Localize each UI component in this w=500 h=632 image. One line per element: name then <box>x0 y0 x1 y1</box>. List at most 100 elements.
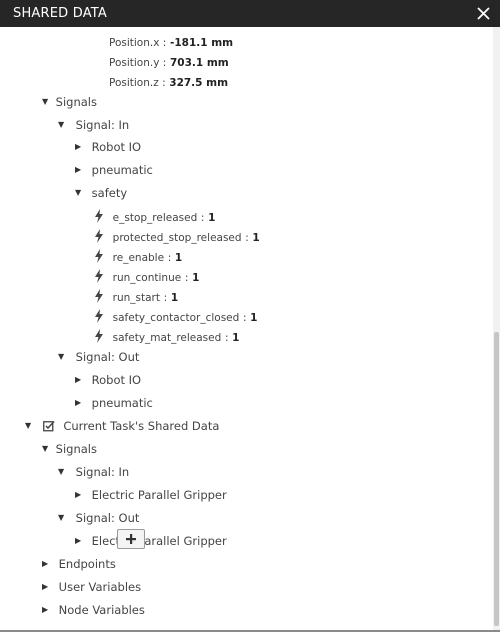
position-x-row: Position.x : -181.1 mm <box>109 32 233 52</box>
caret-right-icon[interactable]: ▶ <box>75 137 85 157</box>
signal-value: 1 <box>208 212 216 224</box>
position-z-row: Position.z : 327.5 mm <box>109 72 228 92</box>
position-z-label: Position.z : <box>109 77 166 89</box>
task-signal-out-label: Signal: Out <box>75 511 140 525</box>
signal-separator: : <box>163 292 168 304</box>
caret-right-icon[interactable]: ▶ <box>42 577 52 597</box>
signal-separator: : <box>242 312 247 324</box>
pneumatic-label: pneumatic <box>91 163 153 177</box>
tree-node-task-signal-in[interactable]: ▼ Signal: In <box>58 462 129 482</box>
tree-node-gripper-out[interactable]: ▶ Electric Parallel Gripper <box>75 531 227 551</box>
caret-right-icon[interactable]: ▶ <box>75 160 85 180</box>
signal-name: safety_mat_released <box>112 332 222 344</box>
tree-node-pneumatic[interactable]: ▶ pneumatic <box>75 160 153 180</box>
caret-right-icon[interactable]: ▶ <box>42 554 52 574</box>
tree-node-robot-io[interactable]: ▶ Robot IO <box>75 137 141 157</box>
scrollbar-thumb[interactable] <box>494 332 499 626</box>
tree-node-robot-io-out[interactable]: ▶ Robot IO <box>75 370 141 390</box>
lightning-icon <box>95 269 103 283</box>
robot-io-label: Robot IO <box>91 140 142 154</box>
caret-down-icon[interactable]: ▼ <box>42 439 52 459</box>
signal-item[interactable]: run_start : 1 <box>94 287 178 307</box>
signal-value: 1 <box>252 232 260 244</box>
tree-node-signals[interactable]: ▼ Signals <box>42 92 97 112</box>
tree-node-signal-out[interactable]: ▼ Signal: Out <box>58 347 139 367</box>
signal-item[interactable]: e_stop_released : 1 <box>94 207 215 227</box>
position-y-label: Position.y : <box>109 57 167 69</box>
position-y-unit: mm <box>206 57 229 69</box>
tree-node-node-variables[interactable]: ▶ Node Variables <box>42 600 145 620</box>
signal-name: protected_stop_released <box>112 232 242 244</box>
caret-down-icon[interactable]: ▼ <box>58 508 68 528</box>
signal-item[interactable]: protected_stop_released : 1 <box>94 227 260 247</box>
signal-value: 1 <box>232 332 240 344</box>
signal-value: 1 <box>174 252 183 264</box>
position-x-unit: mm <box>211 37 234 49</box>
caret-down-icon[interactable]: ▼ <box>75 183 85 203</box>
task-signal-in-label: Signal: In <box>75 465 130 479</box>
caret-right-icon[interactable]: ▶ <box>42 600 52 620</box>
signal-in-label: Signal: In <box>75 118 130 132</box>
signal-item[interactable]: run_continue : 1 <box>94 267 199 287</box>
lightning-icon <box>95 329 103 343</box>
signal-value: 1 <box>250 312 258 324</box>
tree-node-endpoints[interactable]: ▶ Endpoints <box>42 554 116 574</box>
lightning-icon <box>95 249 103 263</box>
lightning-icon <box>95 289 103 303</box>
node-variables-label: Node Variables <box>58 603 145 617</box>
robot-io-out-label: Robot IO <box>91 373 142 387</box>
position-y-row: Position.y : 703.1 mm <box>109 52 229 72</box>
safety-label: safety <box>91 186 128 200</box>
plus-icon <box>126 534 136 544</box>
caret-down-icon[interactable]: ▼ <box>58 115 68 135</box>
add-endpoint-button[interactable] <box>117 529 145 549</box>
gripper-in-label: Electric Parallel Gripper <box>91 488 227 502</box>
position-x-label: Position.x : <box>109 37 167 49</box>
tree-node-task-signals[interactable]: ▼ Signals <box>42 439 97 459</box>
position-z-unit: mm <box>206 77 229 89</box>
lightning-icon <box>95 229 103 243</box>
signal-item[interactable]: re_enable : 1 <box>94 247 182 267</box>
lightning-icon <box>95 209 103 223</box>
tree-node-safety[interactable]: ▼ safety <box>75 183 127 203</box>
signal-name: safety_contactor_closed <box>112 312 240 324</box>
tree-node-task-signal-out[interactable]: ▼ Signal: Out <box>58 508 139 528</box>
signal-value: 1 <box>170 292 179 304</box>
signal-name: run_continue <box>112 272 182 284</box>
tree-node-gripper-in[interactable]: ▶ Electric Parallel Gripper <box>75 485 227 505</box>
current-task-label: Current Task's Shared Data <box>63 419 220 433</box>
caret-right-icon[interactable]: ▶ <box>75 370 85 390</box>
signal-separator: : <box>224 332 229 344</box>
caret-down-icon[interactable]: ▼ <box>58 347 68 367</box>
window-title: SHARED DATA <box>13 6 107 21</box>
signal-out-label: Signal: Out <box>75 350 140 364</box>
caret-down-icon[interactable]: ▼ <box>58 462 68 482</box>
tree-node-user-variables[interactable]: ▶ User Variables <box>42 577 141 597</box>
shared-data-tree: Position.x : -181.1 mm Position.y : 703.… <box>0 27 493 630</box>
signal-item[interactable]: safety_mat_released : 1 <box>94 327 239 347</box>
signal-separator: : <box>184 272 189 284</box>
signal-name: re_enable <box>112 252 165 264</box>
tree-node-signal-in[interactable]: ▼ Signal: In <box>58 115 129 135</box>
caret-down-icon[interactable]: ▼ <box>42 92 52 112</box>
signal-separator: : <box>167 252 172 264</box>
signal-name: e_stop_released <box>112 212 198 224</box>
tree-node-pneumatic-out[interactable]: ▶ pneumatic <box>75 393 153 413</box>
caret-right-icon[interactable]: ▶ <box>75 485 85 505</box>
endpoints-label: Endpoints <box>58 557 116 571</box>
task-signals-label: Signals <box>55 442 97 456</box>
gripper-out-label: Electric Parallel Gripper <box>91 534 227 548</box>
caret-right-icon[interactable]: ▶ <box>75 531 85 551</box>
close-icon[interactable] <box>475 5 492 22</box>
position-x-value: -181.1 <box>169 37 208 49</box>
signal-separator: : <box>245 232 249 244</box>
lightning-icon <box>95 309 103 323</box>
tree-node-current-task[interactable]: ▼ Current Task's Shared Data <box>25 416 219 436</box>
title-bar: SHARED DATA <box>0 0 500 27</box>
signal-item[interactable]: safety_contactor_closed : 1 <box>94 307 257 327</box>
signals-label: Signals <box>55 95 97 109</box>
signal-value: 1 <box>192 272 200 284</box>
caret-right-icon[interactable]: ▶ <box>75 393 85 413</box>
pneumatic-out-label: pneumatic <box>91 396 153 410</box>
caret-down-icon[interactable]: ▼ <box>25 416 35 436</box>
